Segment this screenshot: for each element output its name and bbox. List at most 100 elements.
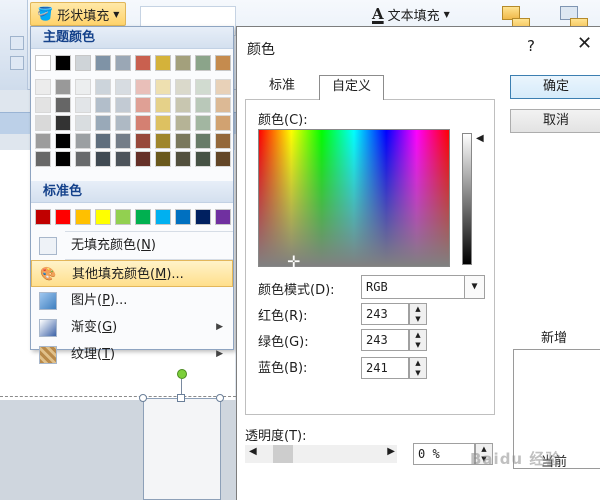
theme-color-shade-swatch[interactable] [75, 97, 91, 113]
rotation-handle[interactable] [177, 369, 187, 379]
theme-color-shade-swatch[interactable] [195, 151, 211, 167]
standard-color-swatch[interactable] [155, 209, 171, 225]
standard-color-swatch[interactable] [175, 209, 191, 225]
arrow-right-icon[interactable]: ▶ [387, 446, 395, 457]
theme-color-shade-swatch[interactable] [175, 133, 191, 149]
theme-color-shade-swatch[interactable] [195, 79, 211, 95]
theme-color-shade-swatch[interactable] [115, 133, 131, 149]
ok-button[interactable]: 确定 [510, 75, 600, 99]
standard-color-swatch[interactable] [135, 209, 151, 225]
theme-color-shade-swatch[interactable] [115, 151, 131, 167]
theme-color-swatch[interactable] [115, 55, 131, 71]
resize-handle[interactable] [177, 394, 185, 402]
theme-color-shade-swatch[interactable] [95, 133, 111, 149]
theme-color-shade-swatch[interactable] [35, 133, 51, 149]
standard-color-swatch[interactable] [195, 209, 211, 225]
theme-color-shade-swatch[interactable] [75, 79, 91, 95]
theme-color-shade-swatch[interactable] [75, 151, 91, 167]
theme-color-shade-swatch[interactable] [55, 79, 71, 95]
theme-color-shade-swatch[interactable] [95, 97, 111, 113]
ribbon-scroll-down-button[interactable] [10, 56, 24, 70]
theme-color-shade-swatch[interactable] [55, 115, 71, 131]
selected-shape[interactable] [143, 398, 221, 500]
transparency-input[interactable]: 0 % [413, 443, 475, 465]
theme-color-shade-swatch[interactable] [155, 151, 171, 167]
theme-color-swatch[interactable] [95, 55, 111, 71]
theme-color-shade-swatch[interactable] [135, 79, 151, 95]
color-spectrum[interactable] [258, 129, 450, 267]
resize-handle[interactable] [139, 394, 147, 402]
theme-color-shade-swatch[interactable] [215, 79, 231, 95]
theme-color-swatch[interactable] [195, 55, 211, 71]
blue-input[interactable]: 241 [361, 357, 409, 379]
theme-color-shade-swatch[interactable] [175, 97, 191, 113]
theme-color-shade-swatch[interactable] [175, 115, 191, 131]
theme-color-swatch[interactable] [155, 55, 171, 71]
standard-color-swatch[interactable] [215, 209, 231, 225]
theme-color-shade-swatch[interactable] [75, 115, 91, 131]
standard-color-swatch[interactable] [95, 209, 111, 225]
standard-color-swatch[interactable] [35, 209, 51, 225]
theme-color-shade-swatch[interactable] [135, 133, 151, 149]
theme-color-shade-swatch[interactable] [215, 151, 231, 167]
theme-color-shade-swatch[interactable] [95, 151, 111, 167]
theme-color-shade-swatch[interactable] [35, 79, 51, 95]
theme-color-shade-swatch[interactable] [135, 151, 151, 167]
cancel-button[interactable]: 取消 [510, 109, 600, 133]
theme-color-shade-swatch[interactable] [215, 133, 231, 149]
theme-color-swatch[interactable] [215, 55, 231, 71]
ribbon-scroll-up-button[interactable] [10, 36, 24, 50]
theme-color-shade-swatch[interactable] [135, 115, 151, 131]
red-spinner[interactable]: ▲ ▼ [409, 303, 427, 325]
theme-color-swatch[interactable] [175, 55, 191, 71]
theme-color-swatch[interactable] [35, 55, 51, 71]
standard-color-swatch[interactable] [115, 209, 131, 225]
luminance-slider[interactable] [462, 133, 472, 265]
color-mode-select[interactable]: RGB ▼ [361, 275, 485, 299]
theme-color-shade-swatch[interactable] [195, 97, 211, 113]
theme-color-shade-swatch[interactable] [95, 115, 111, 131]
slider-thumb[interactable] [273, 445, 293, 463]
theme-color-shade-swatch[interactable] [115, 115, 131, 131]
theme-color-shade-swatch[interactable] [155, 115, 171, 131]
theme-color-shade-swatch[interactable] [155, 79, 171, 95]
theme-color-shade-swatch[interactable] [195, 133, 211, 149]
standard-color-swatch[interactable] [75, 209, 91, 225]
theme-color-shade-swatch[interactable] [175, 151, 191, 167]
theme-color-shade-swatch[interactable] [115, 97, 131, 113]
close-icon[interactable]: ✕ [577, 33, 592, 54]
theme-color-shade-swatch[interactable] [55, 151, 71, 167]
tab-standard[interactable]: 标准 [257, 75, 307, 99]
theme-color-shade-swatch[interactable] [35, 115, 51, 131]
theme-color-shade-swatch[interactable] [75, 133, 91, 149]
resize-handle[interactable] [216, 394, 224, 402]
help-icon[interactable]: ? [527, 37, 535, 55]
theme-color-shade-swatch[interactable] [35, 151, 51, 167]
shape-fill-button[interactable]: 🪣 形状填充 ▼ [30, 2, 127, 26]
menu-item-more-fill-colors[interactable]: 🎨 其他填充颜色(M)... [31, 260, 233, 287]
theme-color-swatch[interactable] [55, 55, 71, 71]
menu-item-no-fill[interactable]: 无填充颜色(N) [31, 232, 233, 259]
text-fill-button[interactable]: A 文本填充 ▼ [372, 2, 450, 26]
menu-item-texture[interactable]: 纹理(T) ▶ [31, 341, 233, 368]
theme-color-shade-swatch[interactable] [215, 97, 231, 113]
theme-color-shade-swatch[interactable] [55, 133, 71, 149]
transparency-slider[interactable]: ◀ ▶ [245, 445, 397, 463]
crosshair-icon[interactable]: ✛ [287, 254, 300, 270]
arrow-left-icon[interactable]: ◀ [249, 446, 257, 457]
theme-color-shade-swatch[interactable] [155, 97, 171, 113]
theme-color-shade-swatch[interactable] [215, 115, 231, 131]
red-input[interactable]: 243 [361, 303, 409, 325]
theme-color-swatch[interactable] [135, 55, 151, 71]
luminance-pointer-icon[interactable]: ◀ [476, 133, 484, 144]
menu-item-picture[interactable]: 图片(P)... [31, 287, 233, 314]
theme-color-shade-swatch[interactable] [135, 97, 151, 113]
theme-color-shade-swatch[interactable] [155, 133, 171, 149]
theme-color-shade-swatch[interactable] [115, 79, 131, 95]
green-spinner[interactable]: ▲ ▼ [409, 329, 427, 351]
theme-color-shade-swatch[interactable] [95, 79, 111, 95]
theme-color-swatch[interactable] [75, 55, 91, 71]
blue-spinner[interactable]: ▲ ▼ [409, 357, 427, 379]
theme-color-shade-swatch[interactable] [195, 115, 211, 131]
theme-color-shade-swatch[interactable] [35, 97, 51, 113]
